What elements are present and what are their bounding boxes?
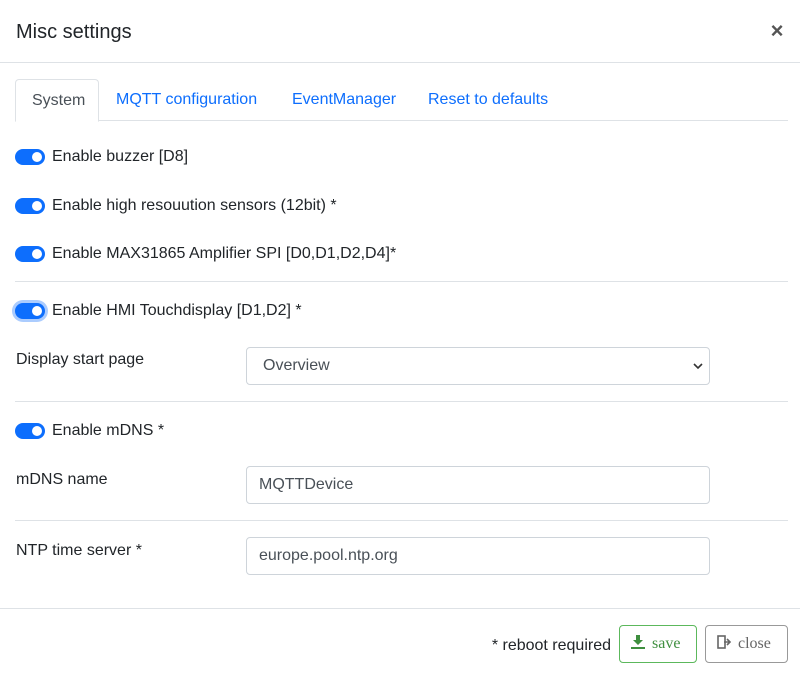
tab-mqtt-configuration[interactable]: MQTT configuration xyxy=(100,79,273,121)
tab-bar: System MQTT configuration EventManager R… xyxy=(15,79,788,122)
download-icon xyxy=(630,628,646,649)
divider xyxy=(15,401,788,402)
hmi-switch[interactable] xyxy=(15,303,45,319)
display-start-page-select[interactable]: Overview xyxy=(246,347,710,385)
tab-system[interactable]: System xyxy=(15,79,99,122)
chevron-down-icon xyxy=(693,348,703,398)
buzzer-label: Enable buzzer [D8] xyxy=(52,148,189,165)
highres-switch[interactable] xyxy=(15,198,45,214)
modal-header: Misc settings × xyxy=(0,0,800,63)
highres-label: Enable high resouution sensors (12bit) * xyxy=(52,197,337,214)
hmi-label: Enable HMI Touchdisplay [D1,D2] * xyxy=(52,302,302,319)
display-start-page-label: Display start page xyxy=(16,351,145,368)
reboot-note: * reboot required xyxy=(491,637,611,654)
save-button[interactable]: save xyxy=(619,625,697,663)
ntp-server-label: NTP time server * xyxy=(16,542,142,559)
tab-eventmanager[interactable]: EventManager xyxy=(276,79,412,121)
save-label: save xyxy=(652,635,681,652)
divider xyxy=(15,281,788,282)
misc-settings-modal: Misc settings × System MQTT configuratio… xyxy=(0,0,800,675)
close-button[interactable]: close xyxy=(705,625,788,663)
ntp-server-input[interactable] xyxy=(246,537,710,575)
max31865-label: Enable MAX31865 Amplifier SPI [D0,D1,D2,… xyxy=(52,245,397,262)
close-label: close xyxy=(738,635,771,652)
modal-title: Misc settings xyxy=(16,21,132,43)
buzzer-switch[interactable] xyxy=(15,149,45,165)
mdns-switch[interactable] xyxy=(15,423,45,439)
display-start-page-value: Overview xyxy=(263,357,330,374)
sign-out-icon xyxy=(716,628,732,649)
mdns-name-label: mDNS name xyxy=(16,471,108,488)
modal-footer: * reboot required save close xyxy=(0,608,800,675)
mdns-label: Enable mDNS * xyxy=(52,422,165,439)
divider xyxy=(15,520,788,521)
tab-reset-to-defaults[interactable]: Reset to defaults xyxy=(412,79,564,121)
max31865-switch[interactable] xyxy=(15,246,45,262)
close-icon[interactable]: × xyxy=(768,18,786,44)
mdns-name-input[interactable] xyxy=(246,466,710,504)
